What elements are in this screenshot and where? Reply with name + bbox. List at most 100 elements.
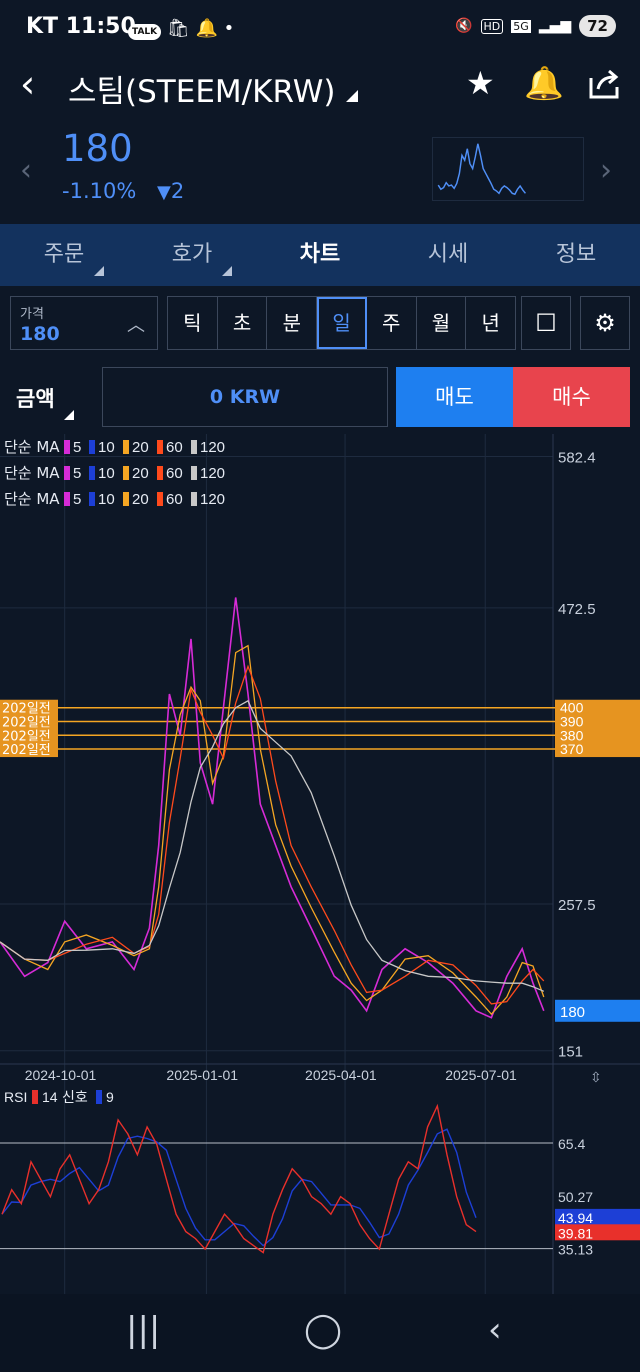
star-icon[interactable]: ★ <box>466 64 495 102</box>
rsi-tick-label: 65.4 <box>558 1136 585 1152</box>
page-title[interactable]: 스팀(STEEM/KRW) <box>68 66 335 111</box>
period-year[interactable]: 년 <box>466 297 515 349</box>
moving-average-line <box>0 644 545 1016</box>
legend-swatch <box>64 440 70 454</box>
alert-value: 370 <box>560 741 584 757</box>
price-select[interactable]: 가격 180 ︿ <box>10 296 158 350</box>
legend-swatch <box>191 466 197 480</box>
change-percent: -1.10% <box>62 179 137 203</box>
buy-button[interactable]: 매수 <box>513 367 630 427</box>
hd-icon: HD <box>480 18 504 34</box>
tab-market[interactable]: 시세 <box>384 224 512 286</box>
talk-icon: TALK <box>128 24 162 40</box>
y-tick-label: 151 <box>558 1044 583 1061</box>
legend-label: 60 <box>166 439 183 456</box>
back-arrow-icon[interactable]: ‹ <box>20 64 35 104</box>
price-change: -1.10% ▼2 <box>62 179 184 203</box>
period-minute[interactable]: 분 <box>267 297 318 349</box>
signal-value-label: 43.94 <box>558 1210 593 1226</box>
tab-info[interactable]: 정보 <box>512 224 640 286</box>
shopping-bag-icon: 🛍 <box>166 18 190 39</box>
x-tick-label: 2025-04-01 <box>305 1067 377 1083</box>
legend-swatch <box>191 492 197 506</box>
legend-swatch <box>89 466 95 480</box>
tab-bar: 주문 호가 차트 시세 정보 <box>0 224 640 286</box>
amount-dropdown-icon[interactable] <box>64 410 74 420</box>
title-bar: ‹ 스팀(STEEM/KRW) ★ 🔔 <box>0 62 640 112</box>
system-nav-bar: ||| ◯ ‹ <box>0 1294 640 1372</box>
period-second[interactable]: 초 <box>218 297 268 349</box>
mini-price-chart <box>432 137 584 201</box>
legend-swatch <box>123 466 129 480</box>
period-selector: 틱 초 분 일 주 월 년 <box>167 296 516 350</box>
tab-label: 주문 <box>43 242 85 267</box>
legend-swatch <box>64 466 70 480</box>
alarm-bell-icon[interactable]: 🔔 <box>524 64 564 102</box>
tab-orderbook[interactable]: 호가 <box>128 224 256 286</box>
legend-swatch <box>157 466 163 480</box>
price-chart[interactable]: 582.4 472.5 257.5 151 2024-10-01 2025-01-01 20… <box>0 434 640 1294</box>
price-select-value: 180 <box>20 323 60 345</box>
amount-input[interactable]: 0 KRW <box>102 367 388 427</box>
prev-coin-arrow-icon[interactable]: ‹ <box>20 153 32 188</box>
x-tick-label: 2024-10-01 <box>25 1067 97 1083</box>
rsi-tick-label: 50.27 <box>558 1189 593 1205</box>
legend-label: 5 <box>73 491 81 508</box>
tab-caret-icon <box>222 266 232 276</box>
share-icon[interactable] <box>588 68 622 100</box>
rsi-label: RSI <box>4 1089 27 1105</box>
legend-swatch <box>157 492 163 506</box>
legend-swatch <box>89 492 95 506</box>
tab-order[interactable]: 주문 <box>0 224 128 286</box>
tab-label: 차트 <box>299 242 341 267</box>
rsi-tick-label: 35.13 <box>558 1242 593 1258</box>
moving-average-line <box>0 699 545 992</box>
legend-prefix: 단순 MA <box>4 490 60 508</box>
y-tick-label: 472.5 <box>558 601 596 618</box>
clock: 11:50 <box>65 14 136 39</box>
chart-area[interactable]: 582.4 472.5 257.5 151 2024-10-01 2025-01-01 20… <box>0 434 640 1294</box>
price-summary: ‹ 180 -1.10% ▼2 › <box>0 125 640 215</box>
rsi-signal-line <box>1 1128 477 1247</box>
alert-label: 202일전 <box>2 743 51 758</box>
tab-chart[interactable]: 차트 <box>256 224 384 286</box>
battery-badge: 72 <box>579 15 616 37</box>
period-tick[interactable]: 틱 <box>168 297 218 349</box>
rsi-value-label: 39.81 <box>558 1225 593 1241</box>
rsi-swatch <box>32 1090 38 1104</box>
legend-label: 120 <box>200 439 225 456</box>
legend-label: 20 <box>132 439 149 456</box>
rsi-signal-label: 신호 <box>62 1090 88 1106</box>
x-tick-label: 2025-01-01 <box>166 1067 238 1083</box>
legend-label: 20 <box>132 465 149 482</box>
down-triangle-icon: ▼ <box>156 182 171 203</box>
legend-swatch <box>89 440 95 454</box>
signal-icon: ▂▄▆ <box>538 18 572 34</box>
current-price-label: 180 <box>560 1004 585 1021</box>
fullscreen-square-button[interactable]: ☐ <box>521 296 571 350</box>
mute-icon: 🔇 <box>455 18 473 34</box>
next-coin-arrow-icon[interactable]: › <box>600 153 612 188</box>
tab-label: 호가 <box>171 242 213 267</box>
rsi-period: 14 <box>42 1089 58 1105</box>
home-icon[interactable]: ◯ <box>304 1310 342 1350</box>
scale-toggle-icon: ⇳ <box>590 1070 602 1086</box>
legend-swatch <box>123 492 129 506</box>
title-dropdown-icon[interactable] <box>346 90 358 102</box>
legend-label: 20 <box>132 491 149 508</box>
y-tick-label: 257.5 <box>558 897 596 914</box>
settings-gear-button[interactable]: ⚙ <box>580 296 630 350</box>
chevron-up-icon: ︿ <box>127 315 145 336</box>
back-nav-icon[interactable]: ‹ <box>488 1310 502 1350</box>
change-amount: 2 <box>170 179 185 203</box>
chart-controls: 가격 180 ︿ 틱 초 분 일 주 월 년 ☐ ⚙ <box>0 296 640 350</box>
period-month[interactable]: 월 <box>417 297 467 349</box>
period-day[interactable]: 일 <box>317 297 367 349</box>
amount-label[interactable]: 금액 <box>16 383 55 413</box>
recent-apps-icon[interactable]: ||| <box>126 1310 160 1350</box>
legend-label: 5 <box>73 465 81 482</box>
dot-icon: • <box>223 18 235 39</box>
sell-button[interactable]: 매도 <box>396 367 513 427</box>
status-left: KT 11:50 <box>26 14 136 39</box>
period-week[interactable]: 주 <box>367 297 417 349</box>
